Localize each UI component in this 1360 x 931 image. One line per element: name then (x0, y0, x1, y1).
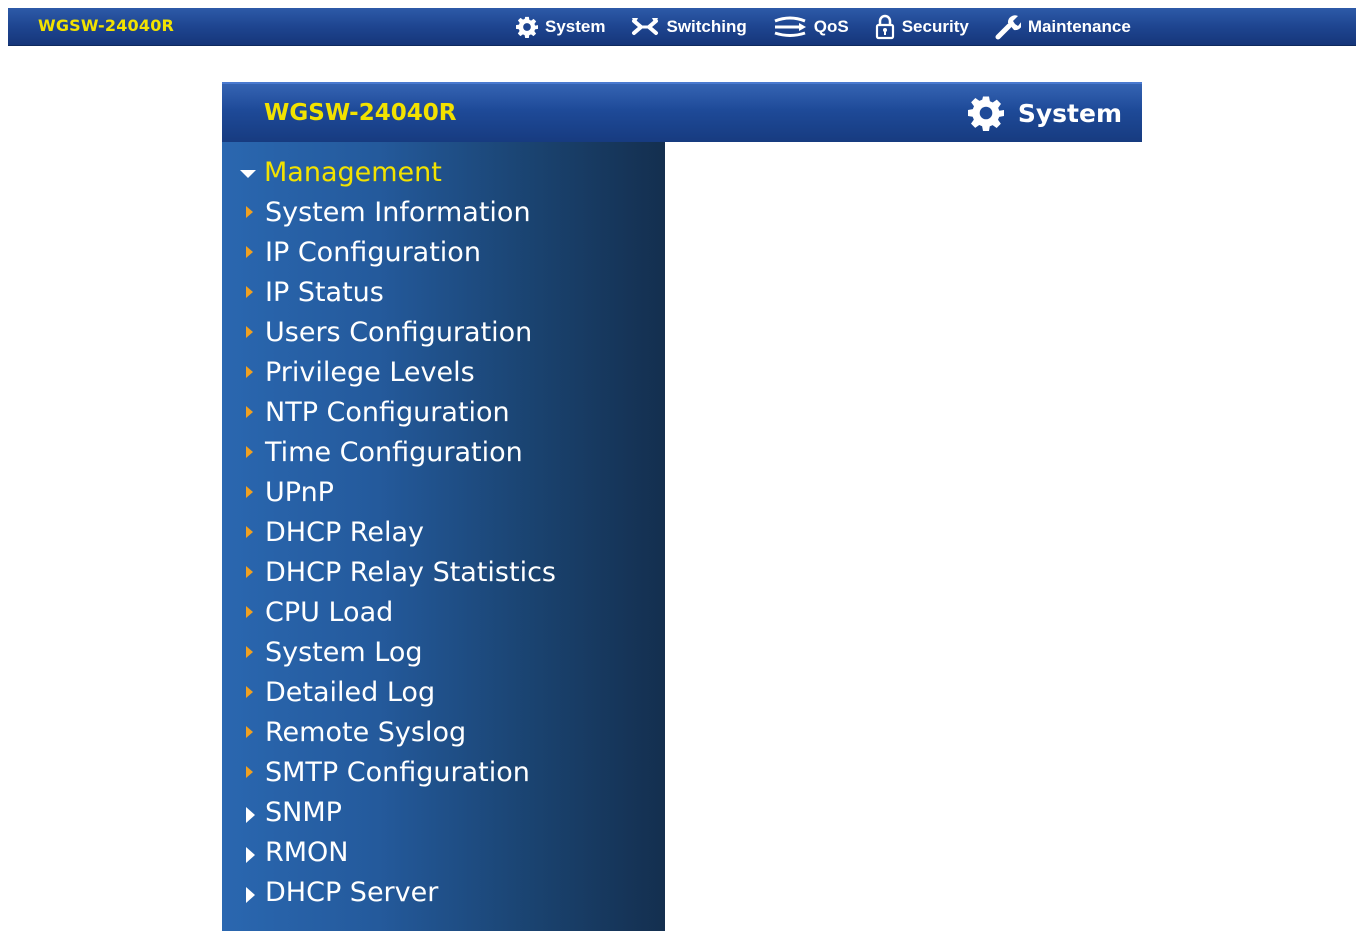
sidebar-item-cpu-load[interactable]: CPU Load (222, 592, 665, 632)
nav-switching[interactable]: Switching (631, 8, 747, 46)
sidebar-item-ip-configuration[interactable]: IP Configuration (222, 232, 665, 272)
caret-right-icon (246, 847, 255, 863)
sidebar-group-management[interactable]: Management (222, 152, 665, 192)
sidebar-item-system-log[interactable]: System Log (222, 632, 665, 672)
nav-maintenance-label: Maintenance (1027, 17, 1131, 36)
sidebar-menu: Management System Information IP Configu… (222, 152, 665, 912)
nav-maintenance[interactable]: Maintenance (995, 8, 1131, 46)
gear-icon (967, 95, 1004, 131)
caret-right-icon (246, 807, 255, 823)
sidebar-group-rmon[interactable]: RMON (222, 832, 665, 872)
caret-right-icon (246, 366, 253, 378)
sidebar-group-label: SNMP (265, 796, 342, 828)
sidebar-item-label: DHCP Relay (265, 516, 424, 548)
sidebar-item-label: NTP Configuration (265, 396, 510, 428)
caret-right-icon (246, 526, 253, 538)
nav-qos[interactable]: QoS (773, 8, 849, 46)
sidebar-item-system-information[interactable]: System Information (222, 192, 665, 232)
sidebar-item-ntp-configuration[interactable]: NTP Configuration (222, 392, 665, 432)
panel-header: WGSW-24040R System (222, 82, 1142, 142)
sidebar-group-dhcp-server[interactable]: DHCP Server (222, 872, 665, 912)
nav-system[interactable]: System (516, 8, 605, 46)
nav-security-label: Security (901, 17, 969, 36)
sidebar-item-label: Privilege Levels (265, 356, 475, 388)
sidebar-item-privilege-levels[interactable]: Privilege Levels (222, 352, 665, 392)
nav-security[interactable]: Security (875, 8, 969, 46)
sidebar-group-snmp[interactable]: SNMP (222, 792, 665, 832)
sidebar-item-smtp-configuration[interactable]: SMTP Configuration (222, 752, 665, 792)
caret-right-icon (246, 326, 253, 338)
caret-right-icon (246, 286, 253, 298)
sidebar-item-label: UPnP (265, 476, 334, 508)
nav-qos-label: QoS (813, 17, 849, 36)
nav-switching-label: Switching (666, 17, 747, 36)
caret-right-icon (246, 686, 253, 698)
caret-right-icon (246, 646, 253, 658)
sidebar-item-time-configuration[interactable]: Time Configuration (222, 432, 665, 472)
sidebar-item-label: IP Status (265, 276, 384, 308)
sidebar-item-label: CPU Load (265, 596, 394, 628)
sidebar-item-label: Remote Syslog (265, 716, 467, 748)
sidebar-item-label: SMTP Configuration (265, 756, 530, 788)
section-title-label: System (1017, 98, 1122, 128)
caret-right-icon (246, 486, 253, 498)
gear-icon (516, 16, 538, 38)
switching-icon (631, 16, 659, 38)
sidebar-group-label: Management (264, 156, 442, 188)
caret-right-icon (246, 606, 253, 618)
lock-icon (875, 14, 895, 40)
sidebar-item-users-configuration[interactable]: Users Configuration (222, 312, 665, 352)
sidebar-item-dhcp-relay-statistics[interactable]: DHCP Relay Statistics (222, 552, 665, 592)
qos-icon (773, 15, 807, 39)
sidebar-item-ip-status[interactable]: IP Status (222, 272, 665, 312)
sidebar-item-label: DHCP Relay Statistics (265, 556, 557, 588)
sidebar-item-detailed-log[interactable]: Detailed Log (222, 672, 665, 712)
sidebar-item-upnp[interactable]: UPnP (222, 472, 665, 512)
caret-down-icon (240, 170, 256, 178)
sidebar-item-label: System Log (265, 636, 423, 668)
sidebar-group-label: DHCP Server (265, 876, 439, 908)
sidebar: Management System Information IP Configu… (222, 142, 665, 931)
wrench-icon (995, 14, 1021, 40)
caret-right-icon (246, 406, 253, 418)
section-title: System (967, 84, 1122, 142)
sidebar-group-label: RMON (265, 836, 349, 868)
sidebar-item-label: IP Configuration (265, 236, 481, 268)
caret-right-icon (246, 887, 255, 903)
caret-right-icon (246, 566, 253, 578)
sidebar-item-label: System Information (265, 196, 531, 228)
caret-right-icon (246, 246, 253, 258)
sidebar-item-remote-syslog[interactable]: Remote Syslog (222, 712, 665, 752)
caret-right-icon (246, 766, 253, 778)
panel-brand-logo: WGSW-24040R (264, 100, 457, 126)
caret-right-icon (246, 446, 253, 458)
nav-system-label: System (545, 17, 606, 36)
caret-right-icon (246, 726, 253, 738)
top-navigation-bar: WGSW-24040R System Switching QoS Securit… (8, 8, 1356, 46)
sidebar-item-label: Users Configuration (265, 316, 533, 348)
main-menu: System Switching QoS Security Maintenanc… (516, 8, 1157, 46)
sidebar-item-label: Time Configuration (265, 436, 523, 468)
top-brand-logo[interactable]: WGSW-24040R (38, 8, 174, 46)
caret-right-icon (246, 206, 253, 218)
sidebar-item-label: Detailed Log (265, 676, 436, 708)
sidebar-item-dhcp-relay[interactable]: DHCP Relay (222, 512, 665, 552)
